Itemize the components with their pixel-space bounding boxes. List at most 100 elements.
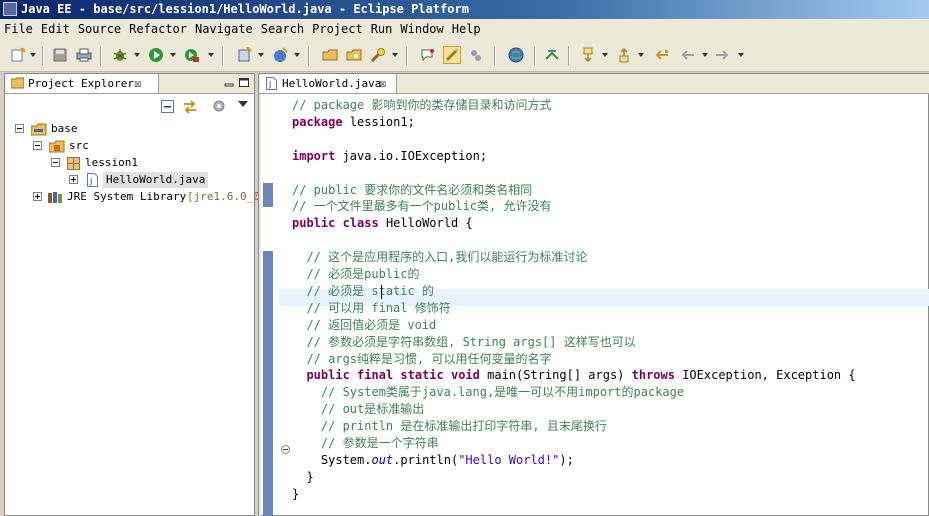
code-token: // 一个文件里最多有一个public类, 允许没有 — [292, 199, 552, 214]
code-line: } — [292, 469, 314, 486]
external-tools-dropdown[interactable] — [208, 53, 214, 57]
menu-refactor[interactable]: Refactor — [125, 19, 191, 39]
open-folder-icon[interactable] — [346, 47, 362, 63]
code-token: "Hello World!" — [458, 452, 560, 467]
code-token: package — [292, 114, 343, 129]
code-token: // public 要求你的文件名必须和类名相同 — [292, 182, 533, 197]
collapse-all-icon[interactable] — [161, 100, 174, 113]
code-token: // 返回值必须是 void — [292, 317, 437, 332]
code-line: // println 是在标准输出打印字符串, 且末尾换行 — [292, 418, 607, 435]
code-line: // 这个是应用程序的入口,我们以能运行为标准讨论 — [292, 249, 587, 266]
new-dropdown[interactable] — [30, 53, 36, 57]
maximize-icon[interactable] — [239, 78, 249, 87]
code-line: // 必须是public的 — [292, 266, 419, 283]
link-with-editor-icon[interactable] — [182, 99, 198, 115]
code-token: throws — [631, 368, 675, 383]
prev-annotation-dropdown[interactable] — [638, 53, 644, 57]
last-edit-icon[interactable] — [654, 47, 670, 63]
expand-toggle[interactable] — [33, 192, 42, 201]
code-token: // 必须是public的 — [292, 267, 420, 281]
minimize-icon[interactable] — [224, 78, 234, 87]
new-server-dropdown[interactable] — [258, 53, 264, 57]
next-annotation-dropdown[interactable] — [602, 53, 608, 57]
save-icon[interactable] — [52, 47, 68, 63]
new-web-dropdown[interactable] — [294, 53, 300, 57]
menu-help[interactable]: Help — [448, 19, 485, 39]
debug-dropdown[interactable] — [134, 53, 140, 57]
tab-helloworld-java[interactable]: J HelloWorld.java ☒ — [260, 74, 397, 93]
code-token: System. — [292, 452, 372, 467]
open-type-icon[interactable] — [322, 47, 338, 63]
new-icon[interactable] — [10, 47, 26, 63]
menu-source[interactable]: Source — [74, 19, 125, 39]
mark-occurrences-icon[interactable] — [443, 46, 461, 64]
search-icon[interactable] — [370, 47, 386, 63]
text-cursor — [381, 285, 382, 299]
menu-project[interactable]: Project — [308, 19, 367, 39]
code-token: void — [451, 368, 480, 383]
menu-window[interactable]: Window — [396, 19, 447, 39]
expand-toggle[interactable] — [69, 175, 78, 184]
back-icon[interactable] — [680, 47, 696, 63]
next-annotation-icon[interactable] — [580, 47, 596, 63]
window-title: Java EE - base/src/lession1/HelloWorld.j… — [21, 2, 469, 16]
print-icon[interactable] — [76, 47, 92, 63]
new-server-icon[interactable] — [236, 47, 252, 63]
code-line: // 返回值必须是 void — [292, 317, 436, 334]
prev-annotation-icon[interactable] — [616, 47, 632, 63]
annotation-icon[interactable] — [420, 47, 436, 63]
editor-view: J HelloWorld.java ☒ // package 影响到你的类存储目… — [258, 73, 929, 516]
forward-dropdown[interactable] — [738, 53, 744, 57]
view-menu-dropdown[interactable] — [238, 101, 248, 107]
tab-project-explorer[interactable]: Project Explorer ☒ — [6, 74, 159, 93]
code-token: // 参数必须是字符串数组, String args[] 这样写也可以 — [292, 334, 636, 349]
code-token: } — [292, 469, 314, 484]
menu-run[interactable]: Run — [367, 19, 397, 39]
code-line: public final static void main(String[] a… — [292, 367, 855, 384]
toolbar-separator — [406, 46, 408, 66]
search-dropdown[interactable] — [392, 53, 398, 57]
view-menu-icon[interactable] — [212, 99, 226, 113]
collapse-toggle[interactable] — [15, 124, 24, 133]
run-icon[interactable] — [148, 47, 164, 63]
code-line: // 一个文件里最多有一个public类, 允许没有 — [292, 198, 551, 215]
code-token: main(String[] args) — [479, 368, 632, 383]
code-token: // System类属于java.lang,是唯一可以不用import的pack… — [292, 385, 685, 400]
external-tools-icon[interactable] — [184, 47, 200, 63]
close-icon[interactable]: ☒ — [134, 74, 141, 93]
menu-file[interactable]: File — [0, 19, 37, 39]
debug-icon[interactable] — [112, 47, 128, 63]
close-icon[interactable]: ☒ — [379, 74, 386, 93]
back-dropdown[interactable] — [702, 53, 708, 57]
code-token: // println 是在标准输出打印字符串, 且末尾换行 — [292, 419, 607, 434]
fold-toggle-icon[interactable] — [281, 445, 290, 454]
title-bar: Java EE - base/src/lession1/HelloWorld.j… — [0, 0, 929, 19]
code-token: java.io.IOException; — [335, 148, 488, 163]
new-web-icon[interactable] — [272, 47, 288, 63]
collapse-toggle[interactable] — [33, 141, 42, 150]
project-explorer-icon — [11, 77, 24, 89]
tree-label: HelloWorld.java — [103, 172, 209, 188]
project-icon — [31, 123, 47, 136]
tab-label: Project Explorer — [28, 77, 134, 90]
code-token: out — [371, 452, 394, 467]
tree-label-suffix: [jre1.6.0_04 — [187, 190, 267, 203]
toolbar-separator — [42, 46, 44, 66]
code-line: import java.io.IOException; — [292, 148, 487, 165]
block-select-icon[interactable] — [468, 47, 484, 63]
code-token: // 可以用 final 修饰符 — [292, 300, 451, 315]
menu-search[interactable]: Search — [257, 19, 308, 39]
forward-icon[interactable] — [714, 47, 730, 63]
code-token: // 参数是一个字符串 — [292, 436, 439, 450]
globe-icon[interactable] — [508, 47, 524, 63]
collapse-toggle[interactable] — [51, 158, 60, 167]
code-token: // 必须是 static 的 — [292, 283, 434, 298]
code-line: // package 影响到你的类存储目录和访问方式 — [292, 97, 551, 114]
refresh-icon[interactable] — [544, 47, 560, 63]
menu-navigate[interactable]: Navigate — [191, 19, 257, 39]
tree-label: JRE System Library — [67, 190, 187, 203]
run-dropdown[interactable] — [170, 53, 176, 57]
quick-diff-marker — [263, 183, 273, 207]
menu-edit[interactable]: Edit — [37, 19, 74, 39]
